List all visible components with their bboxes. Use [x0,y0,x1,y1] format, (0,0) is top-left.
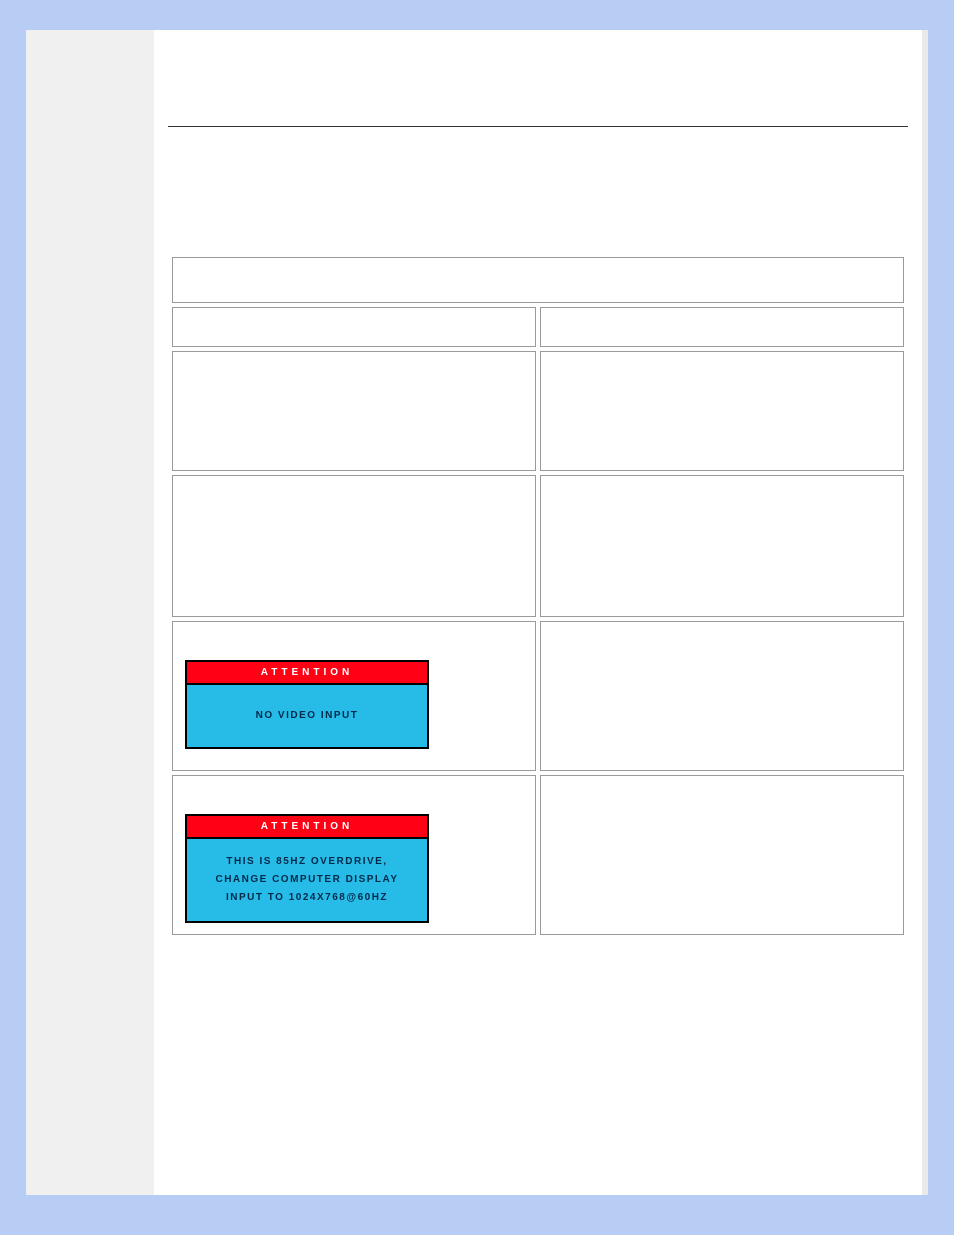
col-problem-header [172,307,536,347]
warning-no-video: ATTENTION NO VIDEO INPUT [185,660,429,749]
warning-header: ATTENTION [187,662,427,685]
intro-spacer [168,127,908,253]
row3-solution [540,621,904,771]
row1-solution [540,351,904,471]
row4-solution [540,775,904,935]
sidebar [26,30,154,1195]
document-page: ATTENTION NO VIDEO INPUT ATTENTION THIS … [26,30,928,1195]
overdrive-line: THIS IS 85HZ OVERDRIVE, [226,856,387,867]
warning-overdrive: ATTENTION THIS IS 85HZ OVERDRIVE, CHANGE… [185,814,429,923]
content-area: ATTENTION NO VIDEO INPUT ATTENTION THIS … [154,30,928,1195]
overdrive-line: CHANGE COMPUTER DISPLAY [215,874,398,885]
warning-header: ATTENTION [187,816,427,839]
warning-body: THIS IS 85HZ OVERDRIVE, CHANGE COMPUTER … [187,839,427,921]
warning-body: NO VIDEO INPUT [187,685,427,747]
row4-problem: ATTENTION THIS IS 85HZ OVERDRIVE, CHANGE… [172,775,536,935]
table-banner [172,257,904,303]
troubleshooting-table: ATTENTION NO VIDEO INPUT ATTENTION THIS … [168,253,908,939]
row2-problem [172,475,536,617]
col-solution-header [540,307,904,347]
row1-problem [172,351,536,471]
page-frame: ATTENTION NO VIDEO INPUT ATTENTION THIS … [0,0,954,1235]
row3-problem: ATTENTION NO VIDEO INPUT [172,621,536,771]
overdrive-line: INPUT TO 1024X768@60HZ [226,892,388,903]
row2-solution [540,475,904,617]
